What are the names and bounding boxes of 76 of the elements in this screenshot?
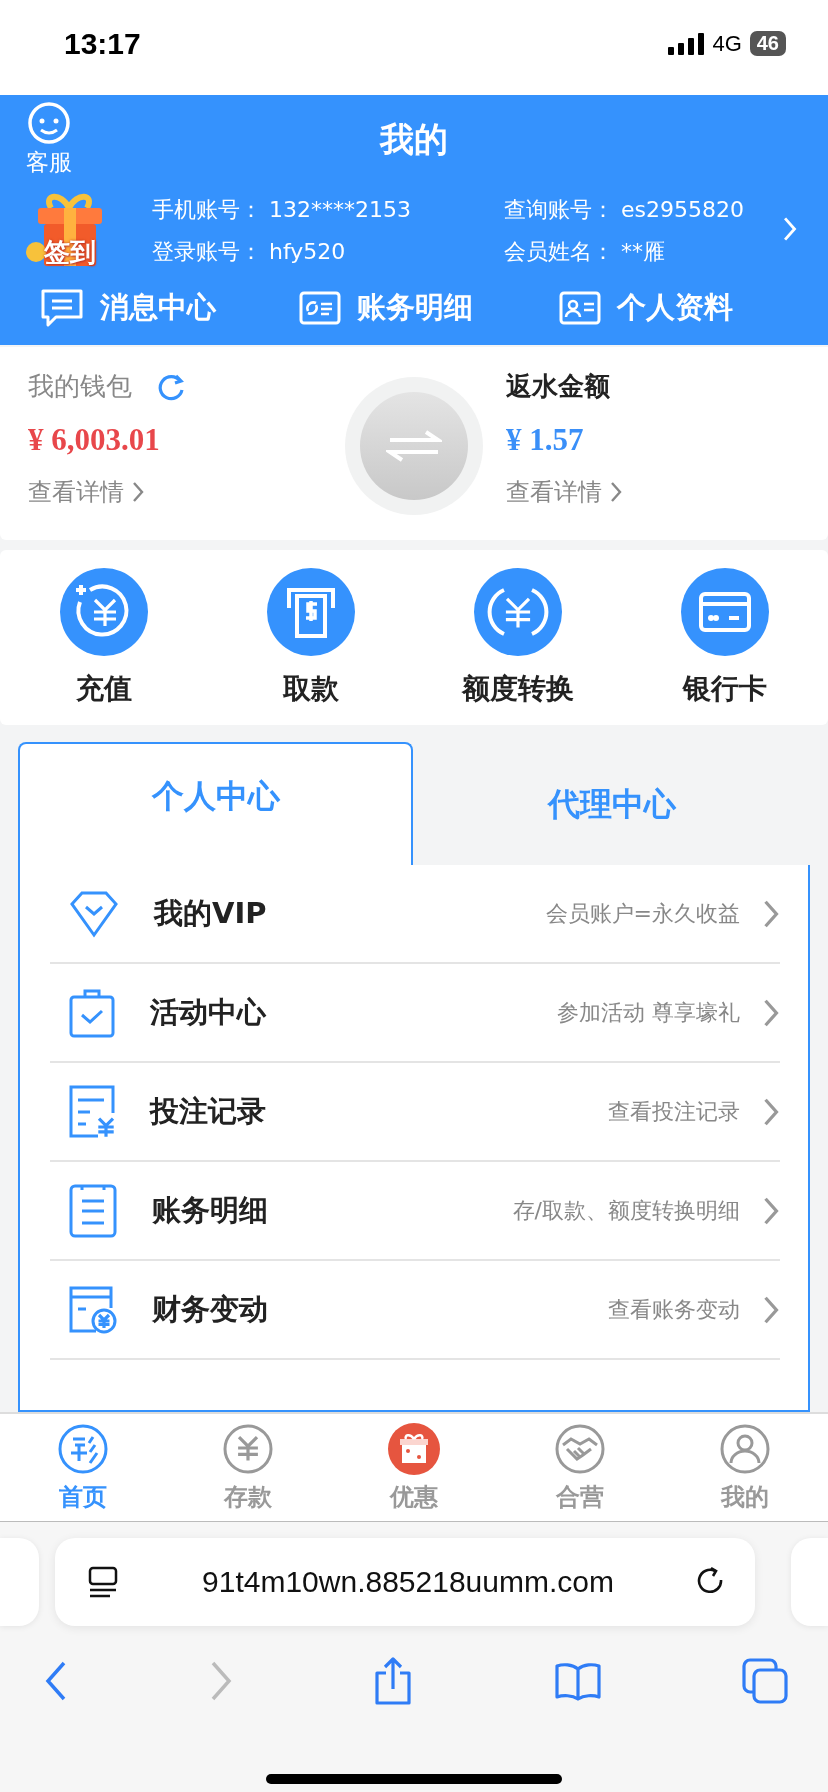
quick-link[interactable]: 消息中心 — [100, 288, 216, 328]
network-label: 4G — [712, 30, 742, 57]
bill-card-icon — [299, 291, 342, 325]
document-icon — [68, 1182, 118, 1239]
menu-title: 账务明细 — [152, 1191, 269, 1229]
chevron-right-icon — [132, 481, 144, 503]
page-title: 我的 — [380, 118, 448, 161]
menu-subtitle: 参加活动 尊享壕礼 — [557, 998, 740, 1027]
account-info: 手机账号： 132****2153 — [152, 196, 412, 224]
account-info: 查询账号： es2955820 — [504, 196, 745, 224]
customer-service-button[interactable]: 客服 — [26, 101, 72, 178]
chat-icon — [40, 288, 84, 328]
menu-row[interactable]: 财务变动 查看账务变动 — [50, 1261, 780, 1360]
account-info: 会员姓名： **雁 — [504, 238, 666, 266]
wallet-label: 返水金额 — [506, 370, 610, 403]
chevron-right-icon — [782, 216, 798, 242]
nav-item[interactable]: 合营 — [496, 1422, 663, 1513]
chevron-right-icon — [762, 898, 780, 929]
id-card-icon — [558, 291, 601, 325]
user-icon — [719, 1422, 772, 1475]
chevron-right-icon — [762, 1096, 780, 1127]
address-field[interactable]: 91t4m10wn.885218uumm.com — [55, 1538, 755, 1626]
nav-item[interactable]: 首页 — [0, 1422, 166, 1513]
details-link[interactable]: 查看详情 — [28, 476, 144, 508]
menu-subtitle: 会员账户=永久收益 — [545, 899, 740, 928]
signal-icon — [668, 32, 705, 55]
diamond-icon — [68, 889, 120, 938]
chevron-right-icon — [762, 997, 780, 1028]
menu-row[interactable]: 投注记录 查看投注记录 — [50, 1063, 780, 1162]
yen-list-icon — [68, 1083, 116, 1140]
handshake-icon — [553, 1422, 606, 1475]
chevron-right-icon — [610, 481, 622, 503]
menu-row[interactable]: 我的VIP 会员账户=永久收益 — [50, 865, 780, 964]
menu-title: 投注记录 — [150, 1092, 267, 1130]
tab[interactable]: 个人中心 — [18, 742, 413, 867]
menu-subtitle: 存/取款、额度转换明细 — [512, 1196, 740, 1225]
yen-circle-icon — [222, 1422, 275, 1475]
gift-icon — [388, 1422, 440, 1475]
bank-card-icon — [680, 567, 769, 656]
menu-row[interactable]: 账务明细 存/取款、额度转换明细 — [50, 1162, 780, 1261]
action-label[interactable]: 银行卡 — [682, 669, 767, 708]
menu-title: 活动中心 — [150, 993, 267, 1031]
menu-title: 财务变动 — [152, 1290, 269, 1328]
menu-title: 我的VIP — [154, 894, 268, 932]
details-link[interactable]: 查看详情 — [506, 476, 622, 508]
nav-item[interactable]: 存款 — [165, 1422, 332, 1513]
menu-subtitle: 查看账务变动 — [608, 1295, 740, 1324]
yen-exchange-icon — [473, 567, 562, 656]
action-label[interactable]: 额度转换 — [461, 669, 574, 708]
wallet-label: 我的钱包 — [28, 370, 132, 403]
account-info: 登录账号： hfy520 — [152, 238, 347, 266]
wallet-amount: ¥ 1.57 — [506, 422, 584, 458]
menu-subtitle: 查看投注记录 — [608, 1097, 740, 1126]
chevron-right-icon — [762, 1195, 780, 1226]
chevron-right-icon — [762, 1294, 780, 1325]
nav-item[interactable]: 优惠 — [331, 1422, 497, 1513]
page-menu-icon[interactable] — [87, 1566, 120, 1598]
yen-coin-icon — [59, 567, 148, 656]
battery-level: 46 — [749, 31, 786, 56]
action-label[interactable]: 充值 — [75, 669, 132, 708]
checkin-button[interactable]: 签到 — [20, 186, 120, 276]
action-label[interactable]: 取款 — [282, 669, 339, 708]
back-icon[interactable] — [44, 1661, 68, 1701]
wallet-amount: ¥ 6,003.01 — [28, 422, 160, 458]
tabs-icon[interactable] — [742, 1658, 788, 1704]
share-icon[interactable] — [373, 1657, 413, 1705]
quick-link[interactable]: 个人资料 — [616, 288, 733, 328]
book-icon[interactable] — [553, 1661, 602, 1701]
yen-document-icon — [68, 1284, 118, 1335]
circle-mark-icon — [56, 1422, 109, 1475]
menu-row[interactable]: 活动中心 参加活动 尊享壕礼 — [50, 964, 780, 1063]
quick-link[interactable]: 账务明细 — [357, 288, 474, 328]
smiley-icon — [27, 101, 71, 145]
nav-item[interactable]: 我的 — [662, 1422, 828, 1513]
status-time: 13:17 — [64, 26, 141, 61]
atm-icon — [266, 567, 355, 656]
